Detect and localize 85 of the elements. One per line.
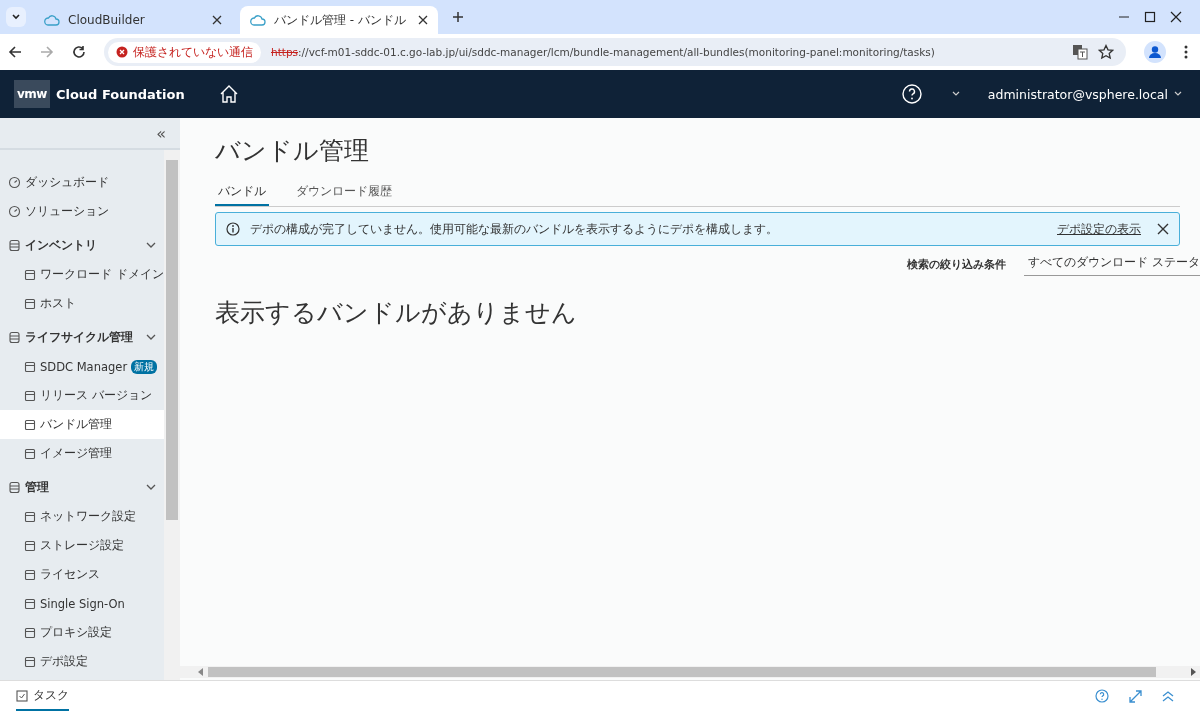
cloud-icon: [250, 14, 266, 26]
section-icon: [8, 480, 21, 494]
browser-tab[interactable]: CloudBuilder: [34, 6, 232, 34]
nav-icon: [24, 297, 36, 310]
nav-item[interactable]: ソリューション: [0, 197, 164, 226]
nav-section[interactable]: インベントリ: [0, 230, 164, 260]
expand-icon[interactable]: [1129, 689, 1142, 703]
product-name: Cloud Foundation: [55, 86, 185, 102]
checklist-icon: [16, 688, 28, 702]
nav-item[interactable]: ストレージ設定: [0, 531, 164, 560]
nav-item[interactable]: プロキシ設定: [0, 618, 164, 647]
browser-tab[interactable]: バンドル管理 - バンドル: [240, 6, 438, 34]
close-icon[interactable]: [418, 15, 428, 25]
nav-icon: [24, 447, 36, 460]
cloud-icon: [44, 14, 60, 26]
depot-settings-link[interactable]: デポ設定の表示: [1057, 220, 1141, 238]
status-dropdown[interactable]: すべてのダウンロード ステータ: [1024, 252, 1200, 276]
back-arrow-icon[interactable]: [8, 45, 22, 59]
scrollbar-thumb[interactable]: [166, 160, 178, 520]
nav-item[interactable]: ネットワーク設定: [0, 502, 164, 531]
close-icon[interactable]: [1170, 11, 1182, 23]
section-icon: [8, 238, 21, 252]
nav-icon: [24, 360, 36, 373]
nav-icon: [24, 626, 36, 639]
tab-list-button[interactable]: [6, 7, 26, 27]
new-tab-icon[interactable]: [452, 11, 464, 23]
nav-icon: [24, 268, 36, 281]
home-icon[interactable]: [218, 84, 239, 104]
address-bar[interactable]: 保護されていない通信 https://vcf-m01-sddc-01.c.go-lab.jp/ui/sddc-manager/lcm/bundle-management/all-bundles(monitoring-panel:monitoring/tasks): [104, 38, 1126, 66]
nav-icon: [24, 655, 36, 668]
nav-section[interactable]: 管理: [0, 472, 164, 502]
nav-icon: [24, 597, 36, 610]
close-icon[interactable]: [212, 15, 222, 25]
security-chip[interactable]: 保護されていない通信: [108, 41, 261, 63]
vertical-scrollbar[interactable]: [164, 150, 180, 680]
caret-icon[interactable]: [951, 91, 960, 97]
nav-item[interactable]: ホスト: [0, 289, 164, 318]
filter-label: 検索の絞り込み条件: [907, 256, 1007, 272]
nav-item[interactable]: ライセンス: [0, 560, 164, 589]
reload-icon[interactable]: [72, 45, 86, 59]
page-title: バンドル管理: [215, 135, 370, 167]
nav-item[interactable]: リリース バージョン: [0, 381, 164, 410]
logo: vmw: [14, 80, 50, 108]
tab[interactable]: ダウンロード履歴: [293, 183, 395, 206]
scroll-left-icon[interactable]: [198, 668, 204, 676]
tab[interactable]: バンドル: [215, 183, 269, 206]
nav-section[interactable]: ライフサイクル管理: [0, 322, 164, 352]
nav-icon: [24, 539, 36, 552]
nav-item[interactable]: ワークロード ドメイン: [0, 260, 164, 289]
close-icon[interactable]: [1157, 223, 1169, 235]
user-menu[interactable]: administrator@vsphere.local: [987, 86, 1168, 102]
nav-item[interactable]: ダッシュボード: [0, 168, 164, 197]
chevron-icon: [146, 334, 156, 340]
section-icon: [8, 330, 21, 344]
nav-item[interactable]: デポ設定: [0, 647, 164, 676]
nav-icon: [24, 510, 36, 523]
nav-item[interactable]: バンドル管理: [0, 410, 164, 439]
nav-icon: [8, 176, 21, 189]
double-chevron-up-icon[interactable]: [1162, 690, 1174, 702]
tasks-tab[interactable]: タスク: [16, 681, 69, 711]
nav-icon: [8, 205, 21, 218]
collapse-button[interactable]: «: [156, 123, 166, 143]
translate-icon[interactable]: [1072, 44, 1088, 60]
caret-icon[interactable]: [1174, 91, 1182, 97]
scrollbar-thumb[interactable]: [208, 667, 1156, 677]
star-icon[interactable]: [1098, 44, 1114, 60]
url-text: https://vcf-m01-sddc-01.c.go-lab.jp/ui/sddc-manager/lcm/bundle-management/all-bundles(monitoring-panel:monitoring/tasks): [271, 46, 935, 58]
empty-message: 表示するバンドルがありません: [215, 297, 578, 329]
error-icon: [116, 46, 128, 58]
nav-icon: [24, 389, 36, 402]
menu-icon[interactable]: [1184, 45, 1188, 59]
nav-icon: [24, 418, 36, 431]
profile-icon[interactable]: [1144, 41, 1166, 63]
info-icon: [226, 222, 240, 236]
scroll-right-icon[interactable]: [1190, 668, 1196, 676]
nav-item[interactable]: SDDC Manager 新規: [0, 352, 164, 381]
new-badge: 新規: [131, 359, 158, 374]
caret-icon: [11, 12, 21, 22]
chevron-icon: [146, 242, 156, 248]
chevron-icon: [146, 484, 156, 490]
alert-message: デポの構成が完了していません。使用可能な最新のバンドルを表示するようにデポを構成します。: [250, 220, 779, 238]
nav-item[interactable]: Single Sign-On: [0, 589, 164, 618]
maximize-icon[interactable]: [1144, 11, 1156, 23]
nav-item[interactable]: イメージ管理: [0, 439, 164, 468]
nav-icon: [24, 568, 36, 581]
